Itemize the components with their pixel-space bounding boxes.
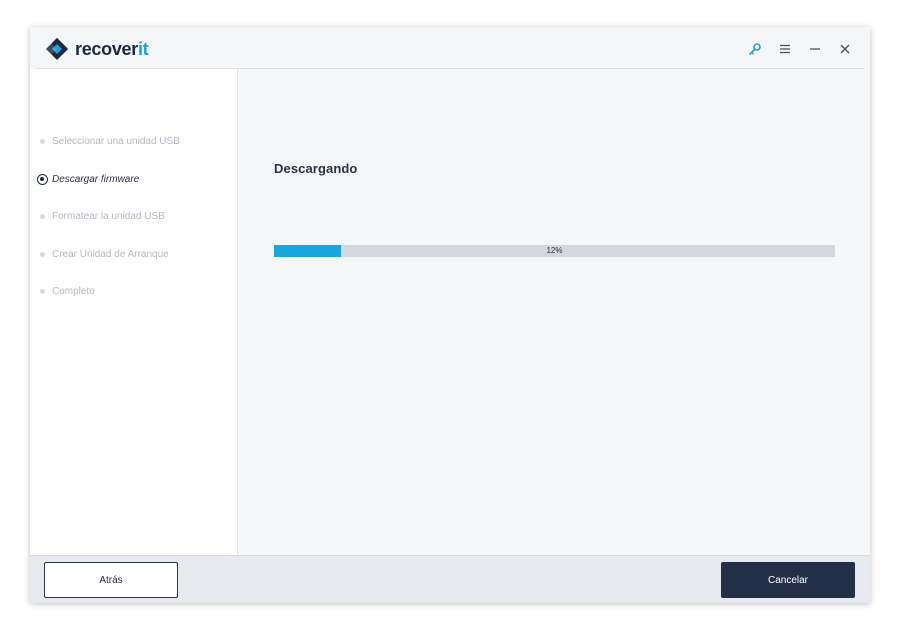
step-label: Completo (52, 286, 95, 298)
menu-button[interactable] (770, 38, 800, 60)
step-dot-icon (40, 214, 45, 220)
app-name: recoverit (75, 38, 149, 59)
step-dot-icon (40, 139, 45, 145)
download-progress-bar: 12% (274, 245, 835, 257)
back-button[interactable]: Atrás (44, 562, 178, 598)
window-controls (740, 38, 860, 60)
step-download-firmware: Descargar firmware (30, 161, 238, 199)
recoverit-window: recoverit Seleccionar una unidad USB Des… (30, 27, 870, 603)
progress-percent: 12% (546, 246, 563, 255)
key-icon (749, 43, 761, 55)
step-label: Seleccionar una unidad USB (52, 136, 180, 148)
close-icon (840, 44, 850, 54)
key-button[interactable] (740, 38, 770, 60)
steps-sidebar: Seleccionar una unidad USB Descargar fir… (30, 69, 238, 555)
step-format-usb: Formatear la unidad USB (30, 198, 238, 236)
recoverit-logo-icon (46, 38, 68, 60)
step-label: Formatear la unidad USB (52, 211, 165, 223)
minimize-button[interactable] (800, 38, 830, 60)
steps-list: Seleccionar una unidad USB Descargar fir… (30, 123, 238, 311)
step-dot-icon (40, 251, 45, 257)
cancel-button[interactable]: Cancelar (721, 562, 855, 598)
step-create-boot-drive: Crear Unidad de Arranque (30, 236, 238, 274)
step-dot-icon (40, 289, 45, 295)
step-label: Descargar firmware (52, 173, 140, 185)
close-button[interactable] (830, 38, 860, 60)
main-panel: Descargando 12% (238, 69, 870, 555)
minimize-icon (810, 48, 820, 50)
title-bar: recoverit (30, 27, 870, 69)
menu-icon (780, 44, 790, 54)
step-select-usb: Seleccionar una unidad USB (30, 123, 238, 161)
step-complete: Completo (30, 273, 238, 311)
step-label: Crear Unidad de Arranque (52, 248, 169, 260)
active-step-radio-icon (37, 173, 48, 185)
footer-bar: Atrás Cancelar (30, 555, 870, 603)
app-logo: recoverit (45, 37, 149, 61)
page-title: Descargando (274, 161, 358, 176)
